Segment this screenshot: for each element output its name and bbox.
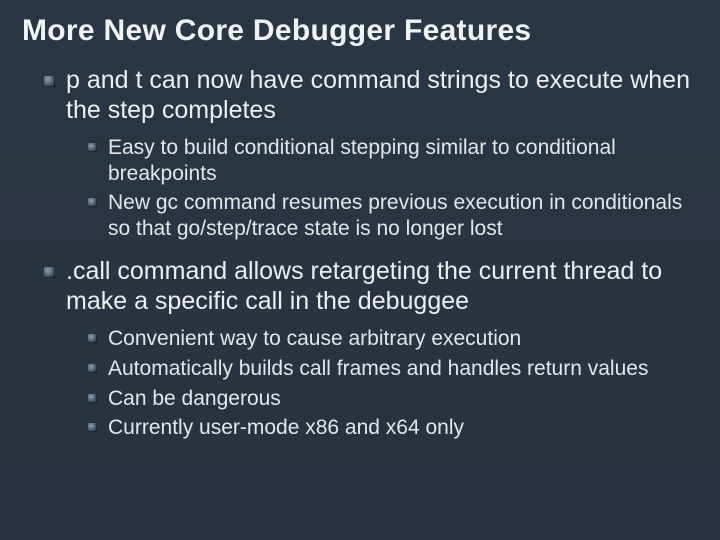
bullet-item: p and t can now have command strings to … [44, 66, 698, 241]
sub-bullet-text: Convenient way to cause arbitrary execut… [108, 327, 521, 350]
sub-bullet-text: Can be dangerous [108, 387, 281, 410]
slide-title: More New Core Debugger Features [22, 14, 698, 48]
sub-bullet-list: Easy to build conditional stepping simil… [66, 135, 698, 241]
sub-bullet-item: New gc command resumes previous executio… [88, 190, 698, 241]
sub-bullet-item: Automatically builds call frames and han… [88, 356, 698, 382]
sub-bullet-text: Automatically builds call frames and han… [108, 357, 648, 380]
bullet-text: .call command allows retargeting the cur… [66, 257, 662, 315]
sub-bullet-text: New gc command resumes previous executio… [108, 191, 682, 240]
bullet-list: p and t can now have command strings to … [22, 66, 698, 441]
bullet-text: p and t can now have command strings to … [66, 66, 690, 124]
bullet-item: .call command allows retargeting the cur… [44, 257, 698, 440]
sub-bullet-text: Easy to build conditional stepping simil… [108, 136, 616, 185]
sub-bullet-list: Convenient way to cause arbitrary execut… [66, 326, 698, 440]
sub-bullet-item: Convenient way to cause arbitrary execut… [88, 326, 698, 352]
slide: More New Core Debugger Features p and t … [0, 0, 720, 540]
sub-bullet-item: Can be dangerous [88, 386, 698, 412]
sub-bullet-item: Currently user-mode x86 and x64 only [88, 415, 698, 441]
sub-bullet-item: Easy to build conditional stepping simil… [88, 135, 698, 186]
sub-bullet-text: Currently user-mode x86 and x64 only [108, 416, 464, 439]
